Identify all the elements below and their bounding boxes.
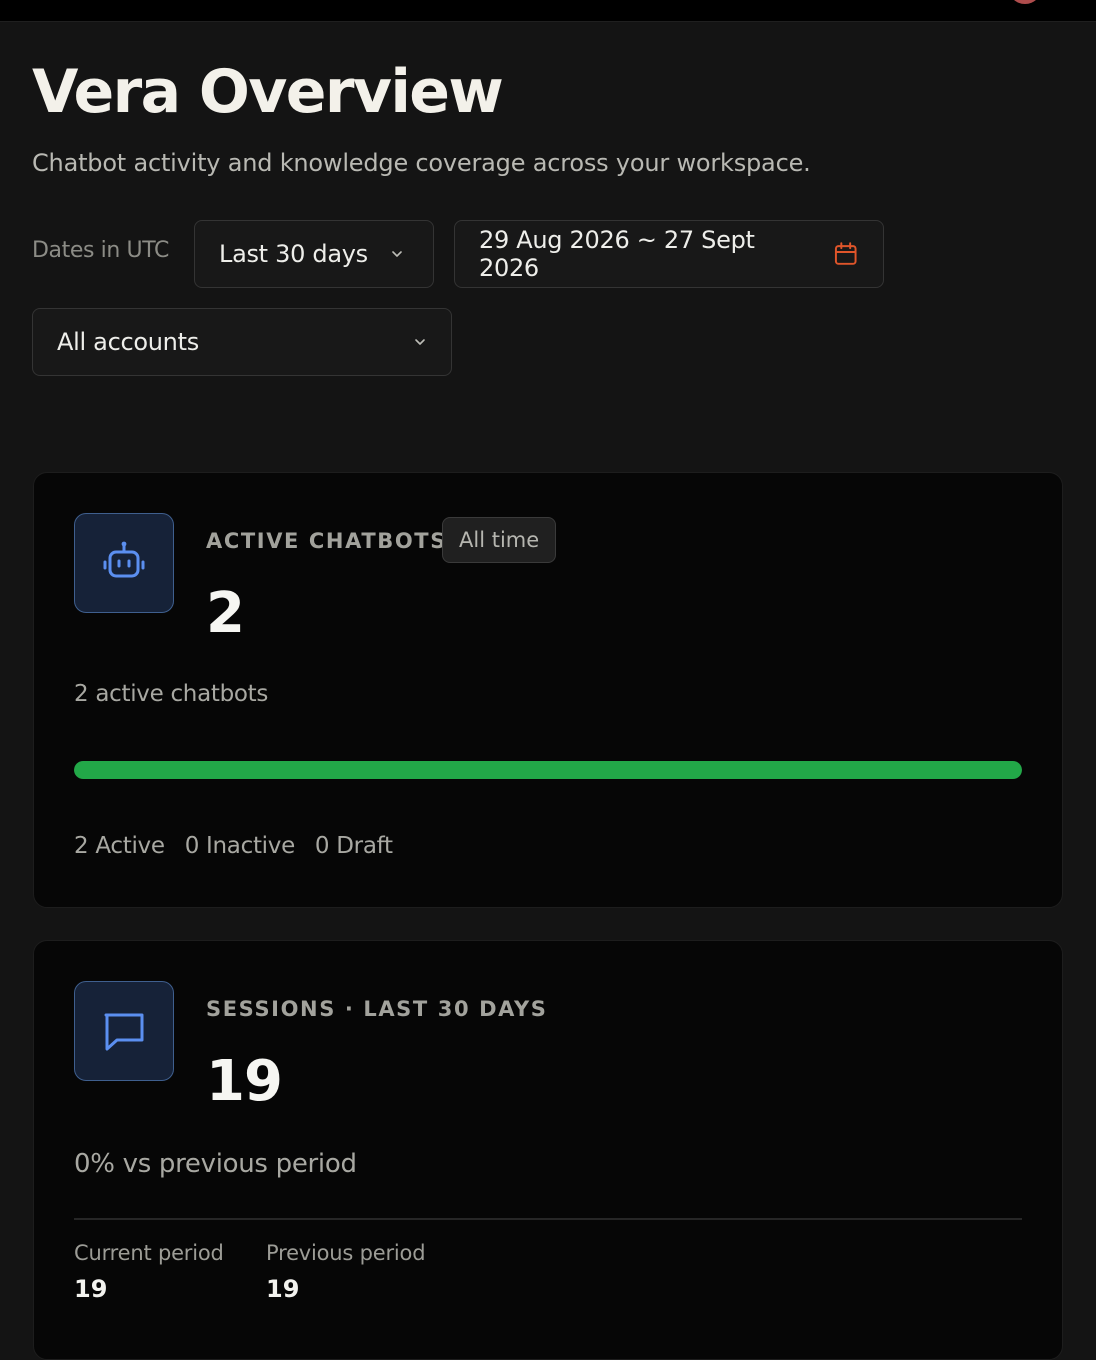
robot-icon — [74, 513, 174, 613]
date-range-select-value: Last 30 days — [219, 240, 368, 268]
active-chatbots-card: Active chatbots All time 2 2 active chat… — [33, 472, 1063, 908]
date-picker[interactable]: 29 Aug 2026 ~ 27 Sept 2026 — [454, 220, 884, 288]
previous-period-label: Previous period — [266, 1241, 426, 1265]
current-period: Current period 19 — [74, 1241, 224, 1303]
active-chatbots-value: 2 — [206, 581, 245, 646]
filter-bar: Dates in UTC Last 30 days 29 Aug 2026 ~ … — [32, 220, 1064, 380]
sessions-label: Sessions · Last 30 days — [206, 997, 548, 1021]
dates-timezone-label: Dates in UTC — [32, 238, 169, 263]
all-time-badge: All time — [442, 517, 557, 563]
status-draft-count: 0 Draft — [314, 833, 393, 859]
active-chatbots-label: Active chatbots — [206, 529, 447, 553]
chevron-down-icon — [392, 251, 402, 257]
sessions-change-note: 0% vs previous period — [74, 1149, 357, 1179]
overview-page: Vera Overview Chatbot activity and knowl… — [32, 22, 1064, 376]
user-avatar[interactable] — [1008, 0, 1042, 4]
status-active-count: 2 Active — [74, 833, 165, 859]
current-period-label: Current period — [74, 1241, 224, 1265]
page-subtitle: Chatbot activity and knowledge coverage … — [32, 149, 811, 177]
message-icon — [74, 981, 174, 1081]
account-select[interactable]: All accounts — [32, 308, 452, 376]
robot-icon-glyph — [103, 541, 145, 578]
message-icon-glyph — [104, 1013, 144, 1051]
chatbot-status-breakdown: 2 Active 0 Inactive 0 Draft — [74, 833, 393, 859]
date-picker-value: 29 Aug 2026 ~ 27 Sept 2026 — [479, 226, 755, 282]
sessions-value: 19 — [206, 1049, 283, 1114]
top-bar — [0, 0, 1096, 22]
chatbot-status-progress — [74, 761, 1022, 779]
chevron-down-icon — [415, 339, 425, 345]
previous-period: Previous period 19 — [266, 1241, 426, 1303]
page-title: Vera Overview — [32, 57, 504, 127]
sessions-divider — [74, 1218, 1022, 1220]
current-period-value: 19 — [74, 1275, 108, 1303]
chatbot-status-progress-fill — [74, 761, 1022, 779]
calendar-icon — [834, 242, 857, 265]
active-chatbots-note: 2 active chatbots — [74, 681, 269, 707]
date-range-select[interactable]: Last 30 days — [194, 220, 434, 288]
sessions-card: Sessions · Last 30 days 19 0% vs previou… — [33, 940, 1063, 1360]
status-inactive-count: 0 Inactive — [184, 833, 296, 859]
previous-period-value: 19 — [266, 1275, 300, 1303]
account-select-value: All accounts — [57, 328, 199, 356]
